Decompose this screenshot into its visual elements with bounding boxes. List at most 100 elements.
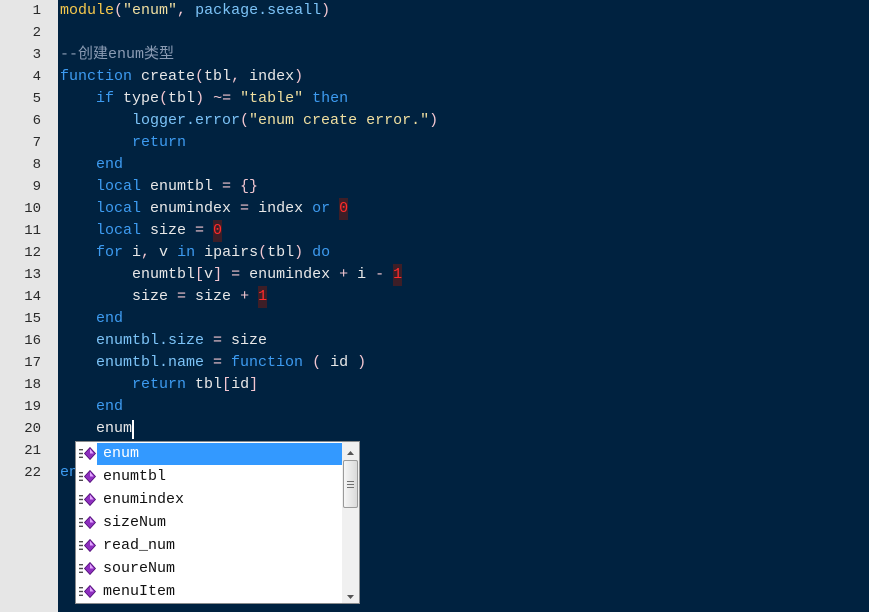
scroll-up-button[interactable] bbox=[342, 442, 359, 459]
code-token: local bbox=[60, 178, 142, 195]
line-number: 4 bbox=[32, 69, 41, 85]
line-number: 11 bbox=[24, 223, 41, 239]
code-line[interactable]: for i, v in ipairs(tbl) do bbox=[60, 242, 869, 264]
autocomplete-item[interactable]: soureNum bbox=[76, 557, 342, 580]
code-line[interactable] bbox=[60, 22, 869, 44]
code-token: ] = bbox=[213, 266, 250, 283]
scrollbar-thumb[interactable] bbox=[343, 460, 358, 508]
autocomplete-item-label: enumindex bbox=[103, 491, 185, 508]
code-token: enumtbl.size bbox=[60, 332, 205, 349]
code-line[interactable]: local enumindex = index or 0 bbox=[60, 198, 869, 220]
code-token: = bbox=[195, 222, 214, 239]
grip-line bbox=[347, 480, 354, 482]
code-token: "enum create error." bbox=[249, 112, 430, 129]
code-token: = bbox=[204, 354, 232, 371]
code-token: function bbox=[231, 354, 304, 371]
code-token: = bbox=[177, 288, 196, 305]
line-number: 13 bbox=[24, 267, 41, 283]
code-token: --创建enum类型 bbox=[60, 46, 175, 63]
code-token: return bbox=[60, 134, 187, 151]
line-number: 16 bbox=[24, 333, 41, 349]
code-line[interactable]: --创建enum类型 bbox=[60, 44, 869, 66]
code-token: [ bbox=[195, 266, 205, 283]
code-token: ( bbox=[159, 90, 169, 107]
code-token: [ bbox=[222, 376, 232, 393]
autocomplete-item[interactable]: sizeNum bbox=[76, 511, 342, 534]
autocomplete-item-label: soureNum bbox=[103, 560, 176, 577]
code-line[interactable]: size = size + 1 bbox=[60, 286, 869, 308]
code-token: return bbox=[60, 376, 187, 393]
code-token: ( bbox=[240, 112, 250, 129]
code-line[interactable]: return tbl[id] bbox=[60, 374, 869, 396]
code-line[interactable]: local size = 0 bbox=[60, 220, 869, 242]
code-line[interactable]: end bbox=[60, 154, 869, 176]
code-line[interactable]: return bbox=[60, 132, 869, 154]
code-token: size bbox=[231, 332, 268, 349]
code-token: 1 bbox=[393, 264, 403, 286]
code-line[interactable]: function create(tbl, index) bbox=[60, 66, 869, 88]
code-line[interactable]: end bbox=[60, 308, 869, 330]
code-token: type bbox=[114, 90, 160, 107]
autocomplete-list[interactable]: enum enumtbl enumindex sizeNum read_numsoure… bbox=[76, 442, 342, 603]
code-token: = bbox=[204, 332, 232, 349]
code-token: ) bbox=[294, 68, 304, 85]
code-token: id bbox=[330, 354, 349, 371]
code-line[interactable]: end bbox=[60, 396, 869, 418]
code-line[interactable]: if type(tbl) ~= "table" then bbox=[60, 88, 869, 110]
code-token: ( bbox=[195, 68, 205, 85]
autocomplete-popup[interactable]: enum enumtbl enumindex sizeNum read_numsoure… bbox=[75, 441, 360, 604]
code-line[interactable]: enum bbox=[60, 418, 869, 440]
method-icon bbox=[76, 557, 97, 580]
code-token: end bbox=[60, 156, 124, 173]
code-token: then bbox=[303, 90, 349, 107]
method-icon bbox=[76, 465, 97, 488]
code-line[interactable]: enumtbl.name = function ( id ) bbox=[60, 352, 869, 374]
code-line[interactable]: logger.error("enum create error.") bbox=[60, 110, 869, 132]
code-token: enumindex bbox=[249, 266, 340, 283]
autocomplete-item[interactable]: enumindex bbox=[76, 488, 342, 511]
code-token: + bbox=[240, 288, 259, 305]
grip-line bbox=[347, 483, 354, 485]
code-token: create bbox=[132, 68, 196, 85]
code-token: size bbox=[195, 288, 241, 305]
scroll-down-button[interactable] bbox=[342, 586, 359, 603]
code-token: "enum" bbox=[123, 2, 178, 19]
autocomplete-item-label: menuItem bbox=[103, 583, 176, 600]
code-token: ( bbox=[303, 354, 331, 371]
code-token: + bbox=[339, 266, 358, 283]
code-token: size bbox=[60, 288, 178, 305]
code-line[interactable]: local enumtbl = {} bbox=[60, 176, 869, 198]
autocomplete-item[interactable]: enum bbox=[76, 442, 342, 465]
code-token: ( bbox=[114, 2, 124, 19]
text-cursor bbox=[132, 420, 134, 439]
code-token: if bbox=[60, 90, 115, 107]
method-icon bbox=[76, 580, 97, 603]
code-token: enumtbl.name bbox=[60, 354, 205, 371]
code-line[interactable]: module("enum", package.seeall) bbox=[60, 0, 869, 22]
code-token: ) bbox=[321, 2, 331, 19]
line-number: 17 bbox=[24, 355, 41, 371]
code-token: ) ~= bbox=[195, 90, 241, 107]
code-token: "table" bbox=[240, 90, 304, 107]
autocomplete-item[interactable]: menuItem bbox=[76, 580, 342, 603]
line-number: 2 bbox=[32, 25, 41, 41]
code-token: 0 bbox=[213, 220, 223, 242]
code-line[interactable]: enumtbl[v] = enumindex + i - 1 bbox=[60, 264, 869, 286]
code-token: ] bbox=[249, 376, 259, 393]
autocomplete-item-label: enumtbl bbox=[103, 468, 167, 485]
line-number: 7 bbox=[32, 135, 41, 151]
grip-line bbox=[347, 486, 354, 488]
code-token: ) bbox=[294, 244, 313, 261]
autocomplete-scrollbar[interactable] bbox=[342, 442, 359, 603]
code-token: enumtbl bbox=[60, 266, 196, 283]
line-number: 18 bbox=[24, 377, 41, 393]
code-line[interactable]: enumtbl.size = size bbox=[60, 330, 869, 352]
autocomplete-item[interactable]: enumtbl bbox=[76, 465, 342, 488]
code-token: module bbox=[60, 2, 115, 19]
code-token: ( bbox=[258, 244, 268, 261]
code-token: tbl bbox=[168, 90, 196, 107]
method-icon bbox=[76, 511, 97, 534]
autocomplete-item-label: read_num bbox=[103, 537, 176, 554]
line-number-gutter[interactable]: 1 2 3 4 5 6 7 8 9 10 11 12 13 14 15 16 17 18 19 20 21 22 bbox=[0, 0, 58, 612]
autocomplete-item[interactable]: read_num bbox=[76, 534, 342, 557]
